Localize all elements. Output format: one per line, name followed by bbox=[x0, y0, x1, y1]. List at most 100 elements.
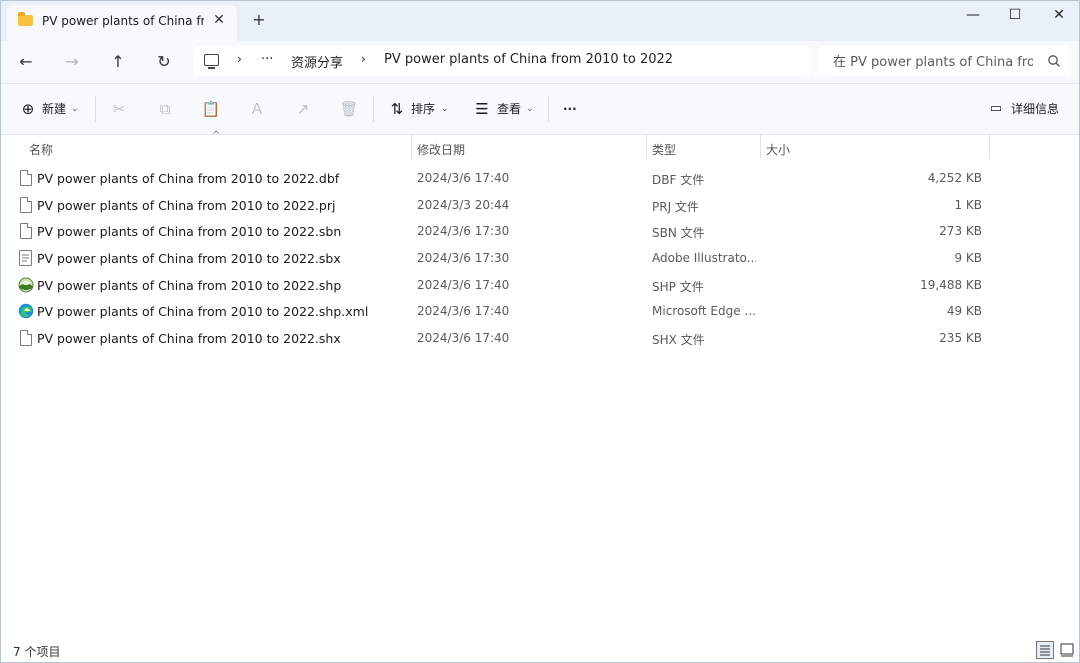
sort-chevron-up-icon: ^ bbox=[212, 130, 221, 141]
file-row[interactable]: PV power plants of China from 2010 to 20… bbox=[1, 219, 1001, 245]
file-date: 2024/3/6 17:30 bbox=[417, 224, 510, 238]
this-pc-icon[interactable] bbox=[204, 54, 219, 69]
file-row[interactable]: PV power plants of China from 2010 to 20… bbox=[1, 273, 1001, 299]
search-box[interactable] bbox=[819, 46, 1071, 76]
forward-arrow-icon[interactable]: → bbox=[59, 49, 85, 75]
details-pane-icon[interactable]: ▭ bbox=[986, 99, 1006, 119]
globe-icon bbox=[18, 277, 34, 293]
tab-current-folder[interactable]: PV power plants of China from ✕ bbox=[7, 5, 237, 41]
file-icon bbox=[18, 223, 33, 239]
file-name: PV power plants of China from 2010 to 20… bbox=[37, 198, 336, 213]
file-date: 2024/3/6 17:30 bbox=[417, 251, 510, 265]
file-date: 2024/3/6 17:40 bbox=[417, 331, 510, 345]
file-date: 2024/3/3 20:44 bbox=[417, 198, 510, 212]
breadcrumb-more[interactable]: ··· bbox=[261, 52, 273, 67]
maximize-button[interactable]: ☐ bbox=[1000, 4, 1030, 26]
column-divider[interactable] bbox=[760, 135, 761, 159]
file-type: SHP 文件 bbox=[652, 280, 704, 294]
chevron-down-icon[interactable]: ⌄ bbox=[441, 98, 449, 120]
toolbar-divider bbox=[373, 96, 374, 122]
close-tab-icon[interactable]: ✕ bbox=[211, 12, 227, 28]
file-row[interactable]: PV power plants of China from 2010 to 20… bbox=[1, 326, 1001, 352]
file-type: Adobe Illustrato... bbox=[652, 251, 756, 265]
minimize-button[interactable]: — bbox=[958, 4, 988, 26]
file-size: 4,252 KB bbox=[927, 171, 982, 185]
chevron-down-icon[interactable]: ⌄ bbox=[71, 98, 79, 120]
file-type: DBF 文件 bbox=[652, 173, 705, 187]
file-row[interactable]: PV power plants of China from 2010 to 20… bbox=[1, 193, 1001, 219]
file-name: PV power plants of China from 2010 to 20… bbox=[37, 304, 369, 319]
column-divider[interactable] bbox=[411, 135, 412, 159]
refresh-icon[interactable]: ↻ bbox=[151, 49, 177, 75]
file-type: PRJ 文件 bbox=[652, 200, 699, 214]
view-icon[interactable]: ☰ bbox=[472, 99, 492, 119]
close-window-button[interactable]: ✕ bbox=[1044, 4, 1074, 26]
file-size: 9 KB bbox=[954, 251, 982, 265]
toolbar-divider bbox=[548, 96, 549, 122]
column-header-date[interactable]: 修改日期 bbox=[417, 141, 465, 158]
back-arrow-icon[interactable]: ← bbox=[13, 49, 39, 75]
column-divider[interactable] bbox=[646, 135, 647, 159]
file-type: SHX 文件 bbox=[652, 333, 705, 347]
chevron-right-icon[interactable]: › bbox=[237, 52, 242, 66]
file-type: Microsoft Edge ... bbox=[652, 304, 756, 318]
folder-icon bbox=[18, 12, 33, 26]
file-size: 19,488 KB bbox=[920, 278, 982, 292]
file-name: PV power plants of China from 2010 to 20… bbox=[37, 278, 342, 293]
file-size: 49 KB bbox=[946, 304, 982, 318]
file-row[interactable]: PV power plants of China from 2010 to 20… bbox=[1, 246, 1001, 272]
copy-icon[interactable]: ⧉ bbox=[155, 99, 175, 119]
file-type: SBN 文件 bbox=[652, 226, 705, 240]
column-header-type[interactable]: 类型 bbox=[652, 141, 676, 158]
breadcrumb-item-share[interactable]: 资源分享 bbox=[291, 52, 343, 71]
file-name: PV power plants of China from 2010 to 20… bbox=[37, 331, 341, 346]
address-bar: ← → ↑ ↻ › ··· 资源分享 › PV power plants of … bbox=[1, 41, 1079, 84]
file-explorer-window: PV power plants of China from ✕ + — ☐ ✕ … bbox=[0, 0, 1080, 663]
chevron-down-icon[interactable]: ⌄ bbox=[526, 98, 534, 120]
file-name: PV power plants of China from 2010 to 20… bbox=[37, 251, 341, 266]
more-options-button[interactable]: ··· bbox=[563, 98, 577, 120]
cut-icon[interactable]: ✂ bbox=[109, 99, 129, 119]
breadcrumb[interactable]: › ··· 资源分享 › PV power plants of China fr… bbox=[194, 46, 811, 76]
search-input[interactable] bbox=[831, 51, 1035, 73]
title-bar: PV power plants of China from ✕ + — ☐ ✕ bbox=[1, 1, 1079, 41]
toolbar-divider bbox=[95, 96, 96, 122]
file-size: 273 KB bbox=[939, 224, 982, 238]
view-button[interactable]: 查看 bbox=[497, 98, 521, 120]
new-plus-icon[interactable]: ⊕ bbox=[18, 99, 38, 119]
file-date: 2024/3/6 17:40 bbox=[417, 304, 510, 318]
file-icon bbox=[18, 197, 33, 213]
text-file-icon bbox=[18, 250, 33, 266]
search-icon[interactable] bbox=[1046, 53, 1062, 69]
large-icons-view-icon[interactable] bbox=[1058, 641, 1076, 659]
edge-icon bbox=[18, 303, 34, 319]
details-view-icon[interactable] bbox=[1036, 641, 1054, 659]
column-header-name[interactable]: 名称 bbox=[29, 141, 53, 158]
sort-button[interactable]: 排序 bbox=[411, 98, 435, 120]
new-button[interactable]: 新建 bbox=[42, 98, 66, 120]
file-icon bbox=[18, 170, 33, 186]
file-icon bbox=[18, 330, 33, 346]
breadcrumb-item-current[interactable]: PV power plants of China from 2010 to 20… bbox=[384, 52, 673, 67]
new-tab-icon[interactable]: + bbox=[251, 12, 267, 28]
column-divider[interactable] bbox=[989, 135, 990, 159]
item-count: 7 个项目 bbox=[13, 645, 61, 659]
file-size: 235 KB bbox=[939, 331, 982, 345]
file-date: 2024/3/6 17:40 bbox=[417, 171, 510, 185]
rename-icon[interactable]: Ａ bbox=[247, 99, 267, 119]
file-date: 2024/3/6 17:40 bbox=[417, 278, 510, 292]
file-name: PV power plants of China from 2010 to 20… bbox=[37, 224, 342, 239]
command-bar: ⊕ 新建 ⌄ ✂ ⧉ 📋 Ａ ↗ 🗑 ⇅ 排序 ⌄ ☰ 查看 ⌄ ··· ▭ 详… bbox=[1, 84, 1079, 135]
file-row[interactable]: PV power plants of China from 2010 to 20… bbox=[1, 299, 1001, 325]
column-header-size[interactable]: 大小 bbox=[766, 141, 790, 158]
up-arrow-icon[interactable]: ↑ bbox=[105, 49, 131, 75]
sort-icon[interactable]: ⇅ bbox=[387, 99, 407, 119]
share-icon[interactable]: ↗ bbox=[293, 99, 313, 119]
details-button[interactable]: 详细信息 bbox=[1011, 98, 1059, 120]
delete-icon[interactable]: 🗑 bbox=[339, 99, 359, 119]
file-name: PV power plants of China from 2010 to 20… bbox=[37, 171, 340, 186]
paste-icon[interactable]: 📋 bbox=[201, 99, 221, 119]
file-row[interactable]: PV power plants of China from 2010 to 20… bbox=[1, 166, 1001, 192]
file-size: 1 KB bbox=[954, 198, 982, 212]
chevron-right-icon[interactable]: › bbox=[361, 52, 366, 66]
